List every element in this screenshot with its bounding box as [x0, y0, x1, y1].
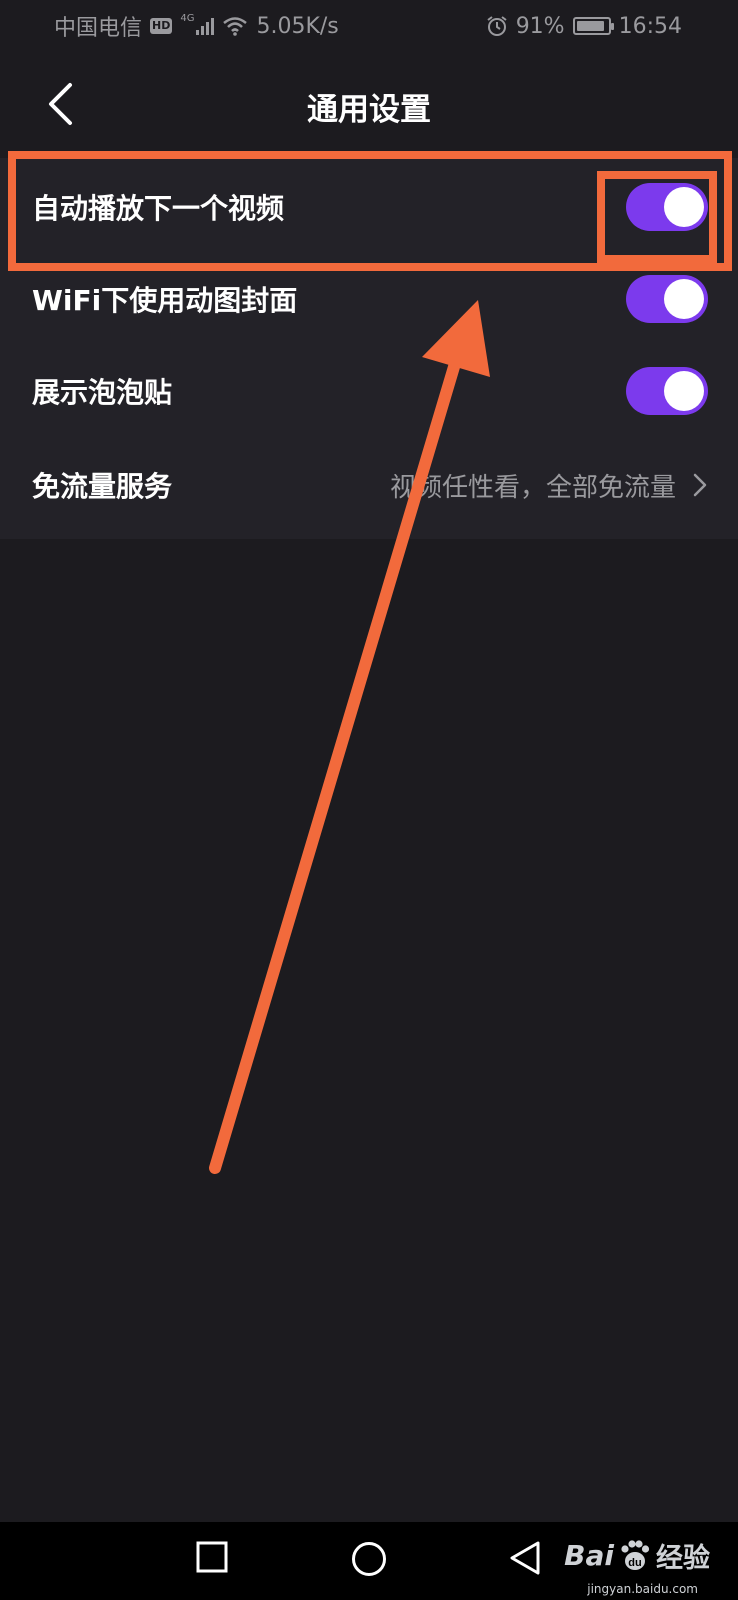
triangle-back-icon[interactable]: [508, 1540, 542, 1576]
baidu-jingyan-watermark: Bai du 经验: [564, 1536, 710, 1575]
row-right: 视频任性看，全部免流量: [390, 467, 708, 504]
chevron-right-icon: [693, 473, 707, 497]
battery-fill: [576, 21, 604, 31]
watermark-paw-text: du: [628, 1557, 641, 1569]
paw-icon: du: [621, 1539, 650, 1570]
setting-label: WiFi下使用动图封面: [32, 284, 298, 317]
square-recents-icon[interactable]: [195, 1540, 229, 1574]
status-left: 中国电信 HD 4G 5.05K/s: [54, 10, 339, 42]
clock: 16:54: [618, 13, 682, 39]
watermark-url: jingyan.baidu.com: [587, 1582, 698, 1596]
watermark-brand: Bai: [564, 1539, 614, 1572]
net-speed: 5.05K/s: [256, 13, 339, 39]
circle-home-icon[interactable]: [350, 1540, 388, 1578]
toggle-knob: [664, 371, 704, 411]
bubble-stickers-toggle[interactable]: [626, 367, 708, 415]
carrier-name: 中国电信: [54, 16, 143, 41]
hd-badge: HD: [150, 18, 173, 34]
battery-icon: [572, 17, 614, 35]
network-type: 4G: [180, 12, 195, 24]
watermark-name: 经验: [656, 1543, 710, 1574]
setting-value: 视频任性看，全部免流量: [389, 472, 676, 503]
alarm-icon: [487, 16, 507, 36]
signal-icon: [196, 17, 215, 35]
settings-screen: 中国电信 HD 4G 5.05K/s 91% 16:54 通用设置 自动播放下一…: [0, 0, 738, 1600]
setting-row-free-data-service[interactable]: 免流量服务 视频任性看，全部免流量: [0, 438, 738, 532]
system-nav-bar: Bai du 经验 jingyan.baidu.com: [0, 1522, 738, 1600]
wifi-icon: [223, 17, 248, 36]
wifi-dynamic-cover-toggle[interactable]: [626, 275, 708, 323]
status-bar: 中国电信 HD 4G 5.05K/s 91% 16:54: [0, 0, 738, 52]
setting-row-bubble-stickers: 展示泡泡贴: [0, 344, 738, 438]
page-header: 通用设置: [0, 60, 738, 150]
toggle-knob: [664, 279, 704, 319]
status-right: 91% 16:54: [486, 14, 682, 39]
setting-label: 免流量服务: [32, 470, 173, 503]
page-title: 通用设置: [307, 92, 431, 128]
battery-percent: 91%: [515, 13, 565, 39]
setting-label: 展示泡泡贴: [32, 376, 173, 409]
annotation-toggle-box: [597, 171, 717, 263]
